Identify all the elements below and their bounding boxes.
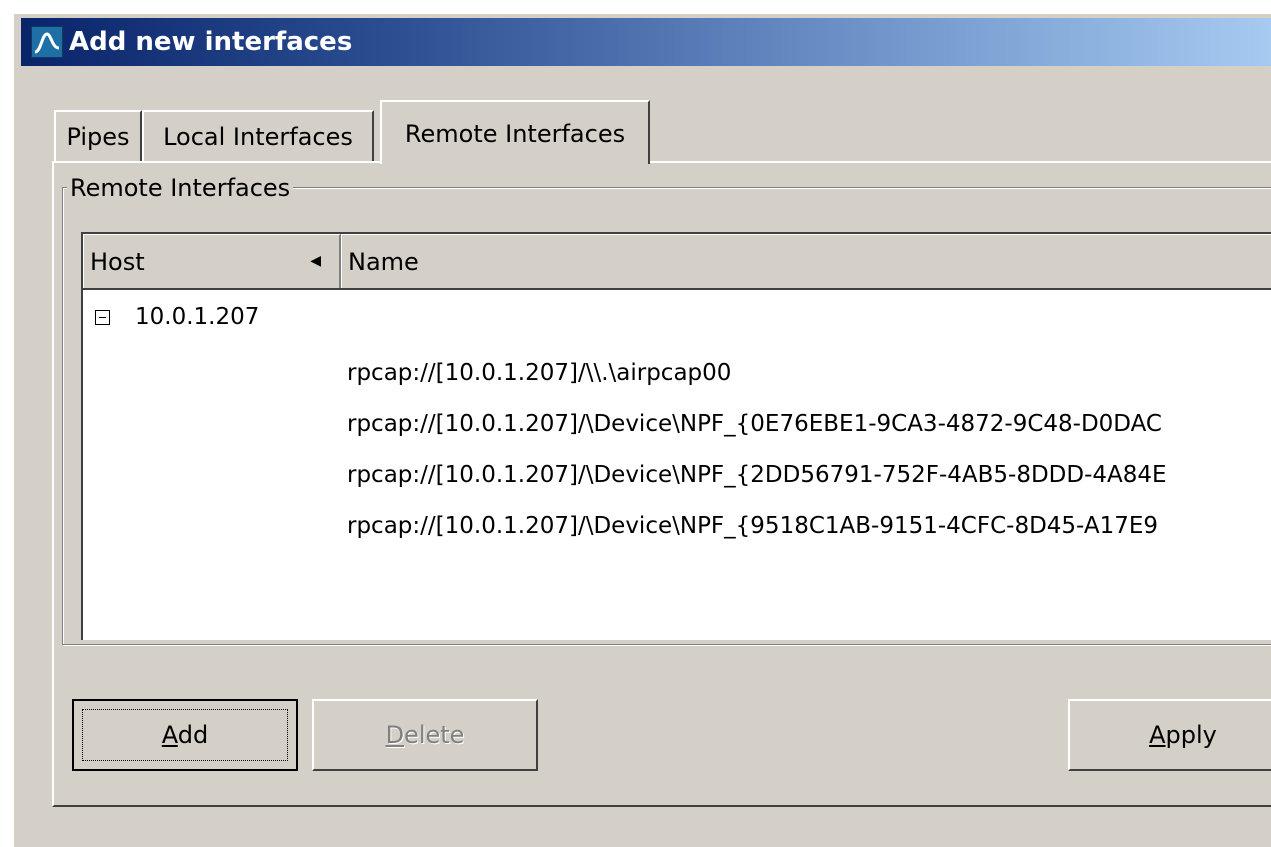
interface-row[interactable]: rpcap://[10.0.1.207]/\Device\NPF_{0E76EB… [347, 411, 1162, 437]
apply-rest: pply [1165, 721, 1217, 749]
tab-remote-interfaces-label: Remote Interfaces [404, 120, 626, 148]
apply-mnemonic: A [1149, 721, 1166, 749]
column-host-label: Host [90, 247, 145, 276]
remote-interfaces-panel: Remote Interfaces Host ◀ Name 10.0.1.207… [52, 161, 1271, 807]
remote-interfaces-group: Remote Interfaces Host ◀ Name 10.0.1.207… [62, 174, 1271, 645]
title-bar[interactable]: Add new interfaces [21, 18, 1271, 66]
remote-interfaces-tree[interactable]: Host ◀ Name 10.0.1.207 rpcap://[10.0.1.2… [81, 232, 1271, 640]
tab-pipes-label: Pipes [66, 123, 130, 151]
interface-row[interactable]: rpcap://[10.0.1.207]/\\.\airpcap00 [347, 360, 731, 386]
tab-local-interfaces-label: Local Interfaces [163, 123, 353, 151]
column-name-label: Name [348, 247, 419, 276]
apply-button[interactable]: Apply [1068, 699, 1271, 771]
wireshark-app-icon [31, 26, 63, 58]
sort-indicator-icon: ◀ [310, 253, 321, 269]
tab-pipes[interactable]: Pipes [54, 110, 142, 162]
host-row[interactable]: 10.0.1.207 [135, 304, 259, 330]
tab-remote-interfaces[interactable]: Remote Interfaces [380, 100, 650, 164]
tree-header: Host ◀ Name [83, 234, 1271, 290]
delete-rest: elete [404, 721, 465, 749]
delete-mnemonic: D [385, 721, 405, 749]
group-label: Remote Interfaces [67, 174, 294, 202]
tab-local-interfaces[interactable]: Local Interfaces [142, 110, 374, 162]
delete-button-label: Delete [386, 721, 465, 749]
focus-rect [82, 709, 288, 761]
apply-button-label: Apply [1149, 721, 1217, 749]
add-button[interactable]: Add [72, 699, 298, 771]
window-title: Add new interfaces [69, 27, 353, 57]
delete-button[interactable]: Delete [312, 699, 538, 771]
column-header-host[interactable]: Host ◀ [83, 234, 341, 288]
column-header-name[interactable]: Name [341, 234, 1271, 288]
add-interfaces-dialog: Add new interfaces Pipes Local Interface… [12, 13, 1271, 847]
interface-row[interactable]: rpcap://[10.0.1.207]/\Device\NPF_{9518C1… [347, 513, 1158, 539]
collapse-icon[interactable] [95, 310, 110, 325]
interface-row[interactable]: rpcap://[10.0.1.207]/\Device\NPF_{2DD567… [347, 462, 1167, 488]
